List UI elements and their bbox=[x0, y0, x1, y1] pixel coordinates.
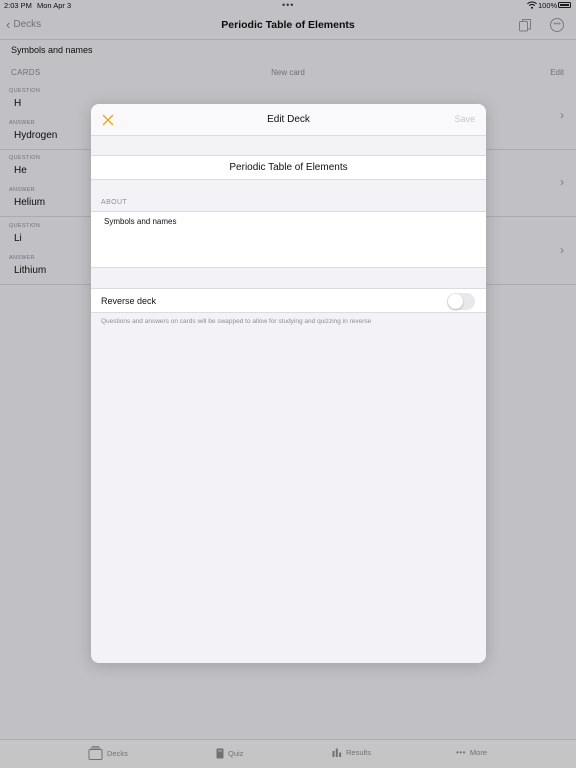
reverse-deck-help-text: Questions and answers on cards will be s… bbox=[101, 318, 372, 325]
about-text: Symbols and names bbox=[104, 217, 177, 226]
reverse-deck-toggle[interactable] bbox=[447, 293, 475, 310]
about-section-label: ABOUT bbox=[101, 199, 128, 206]
screen: 2:03 PM Mon Apr 3 ••• 100% ‹ Decks Perio… bbox=[0, 0, 576, 768]
modal-header: Edit Deck Save bbox=[91, 104, 486, 136]
deck-name-field[interactable]: Periodic Table of Elements bbox=[91, 155, 486, 180]
reverse-deck-label: Reverse deck bbox=[101, 296, 157, 306]
toggle-knob bbox=[448, 294, 463, 309]
edit-deck-modal: Edit Deck Save Periodic Table of Element… bbox=[91, 104, 486, 663]
about-textarea[interactable]: Symbols and names bbox=[91, 211, 486, 268]
reverse-deck-row: Reverse deck bbox=[91, 288, 486, 313]
modal-title: Edit Deck bbox=[267, 114, 310, 125]
save-button[interactable]: Save bbox=[454, 114, 475, 124]
